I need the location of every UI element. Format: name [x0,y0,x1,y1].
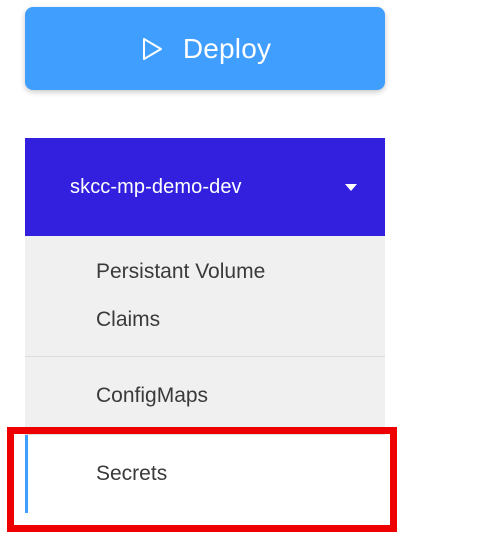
caret-down-icon [344,180,358,194]
submenu-item-label: Persistant Volume Claims [96,260,266,331]
namespace-dropdown[interactable]: skcc-mp-demo-dev [25,138,385,236]
submenu-item-label: ConfigMaps [96,383,209,407]
deploy-button[interactable]: Deploy [25,7,385,90]
submenu-item-configmaps[interactable]: ConfigMaps [25,357,385,435]
namespace-label: skcc-mp-demo-dev [70,175,242,198]
submenu-item-secrets[interactable]: Secrets [25,435,385,513]
play-icon [139,36,165,62]
namespace-menu: skcc-mp-demo-dev Persistant Volume Claim… [25,138,385,513]
submenu-item-label: Secrets [96,462,168,485]
submenu-item-persistent-volume-claims[interactable]: Persistant Volume Claims [25,236,385,357]
namespace-submenu: Persistant Volume Claims ConfigMaps Secr… [25,236,385,513]
deploy-button-label: Deploy [182,32,272,64]
